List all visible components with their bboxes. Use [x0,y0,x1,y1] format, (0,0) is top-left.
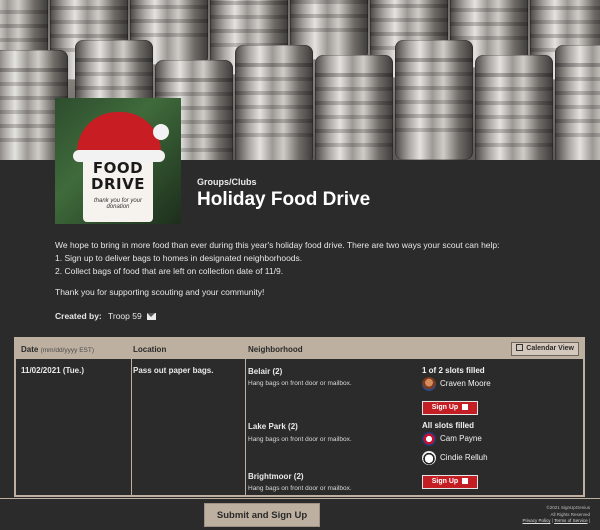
neighborhood-name: Lake Park (2) [248,422,298,431]
neighborhood-note: Hang bags on front door or mailbox. [248,436,352,443]
signup-button[interactable]: Sign Up [422,401,478,415]
santa-hat-graphic [73,112,165,162]
event-description: We hope to bring in more food than ever … [55,240,500,276]
checkbox-icon [462,477,469,484]
created-by-label: Created by: [55,311,102,321]
column-date: Date (mm/dd/yyyy EST) [21,345,95,354]
avatar [422,450,436,465]
row-location: Pass out paper bags. [133,366,214,375]
thumbnail-label: FOOD DRIVE [91,159,145,193]
row-date: 11/02/2021 (Tue.) [21,366,84,375]
submit-signup-button[interactable]: Submit and Sign Up [204,503,320,527]
column-neighborhood: Neighborhood [248,345,303,354]
calendar-icon [516,344,524,351]
avatar [422,431,436,446]
participant: Craven Moore [422,376,491,392]
column-location: Location [133,345,167,354]
neighborhood-note: Hang bags on front door or mailbox. [248,485,352,492]
slot-status: 1 of 2 slots filled [422,366,485,375]
footer-legal: ©2021 SignUpGenius All Rights Reserved P… [522,505,590,523]
signup-button[interactable]: Sign Up [422,475,478,489]
created-by-value: Troop 59 [107,311,142,321]
thanks-message: Thank you for supporting scouting and yo… [55,287,265,297]
table-header: Date (mm/dd/yyyy EST) Location Neighborh… [16,339,583,359]
participant: Cam Payne [422,431,482,447]
created-by: Created by: Troop 59 [55,311,157,321]
participant: Cindie Relluh [422,450,488,466]
neighborhood-note: Hang bags on front door or mailbox. [248,380,352,387]
thumbnail-tagline: thank you for your donation [93,198,143,210]
event-thumbnail: FOOD DRIVE thank you for your donation [55,98,181,224]
terms-link[interactable]: Terms of Service [554,518,588,523]
calendar-view-button[interactable]: Calendar View [511,342,579,356]
event-category: Groups/Clubs [197,177,257,187]
checkbox-icon [462,403,469,410]
email-icon[interactable] [147,313,157,321]
slot-status: All slots filled [422,421,475,430]
page-title: Holiday Food Drive [197,189,371,210]
neighborhood-name: Brightmoor (2) [248,472,304,481]
signup-table: Date (mm/dd/yyyy EST) Location Neighborh… [14,337,585,497]
neighborhood-name: Belair (2) [248,367,283,376]
avatar [422,376,436,391]
privacy-link[interactable]: Privacy Policy [522,518,550,523]
